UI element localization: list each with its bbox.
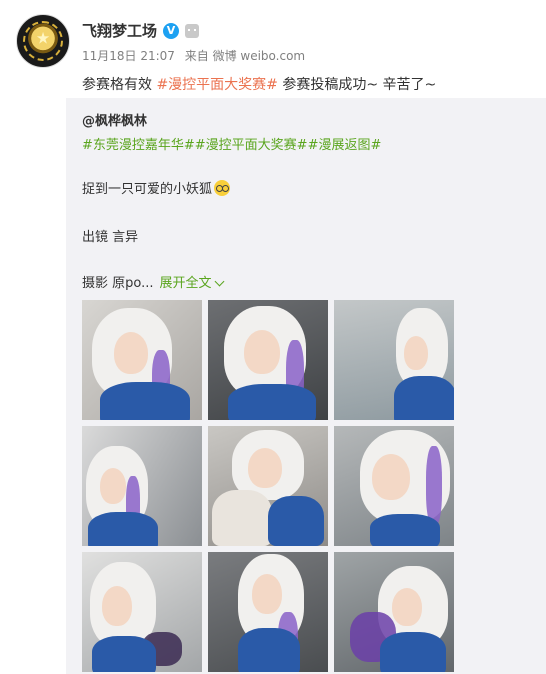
photo-thumbnail[interactable] <box>334 300 454 420</box>
repost-line-3-text: 摄影 原po... <box>82 276 154 291</box>
post-source[interactable]: 来自 微博 weibo.com <box>185 49 305 63</box>
photo-thumbnail[interactable] <box>208 552 328 672</box>
glasses-emoji-icon <box>214 179 231 196</box>
repost-author[interactable]: @枫桦枫林 <box>82 110 147 129</box>
repost-line-1-text: 捉到一只可爱的小妖狐 <box>82 182 213 197</box>
post-meta: 11月18日 21:07 来自 微博 weibo.com <box>82 47 311 64</box>
repost-line-1: 捉到一只可爱的小妖狐 <box>82 178 231 197</box>
repost-line-3: 摄影 原po... 展开全文 <box>82 272 224 291</box>
chevron-down-icon <box>214 276 224 287</box>
photo-thumbnail[interactable] <box>208 426 328 546</box>
post-topic-link[interactable]: #漫控平面大奖赛# <box>156 77 277 93</box>
repost-card: @枫桦枫林 #东莞漫控嘉年华##漫控平面大奖赛##漫展返图# 捉到一只可爱的小妖… <box>66 98 546 674</box>
avatar-emblem-icon: ★ <box>35 28 51 48</box>
photo-thumbnail[interactable] <box>208 300 328 420</box>
expand-full-text-link[interactable]: 展开全文 <box>159 272 224 291</box>
photo-thumbnail[interactable] <box>82 426 202 546</box>
repost-tags[interactable]: #东莞漫控嘉年华##漫控平面大奖赛##漫展返图# <box>82 134 381 153</box>
photo-thumbnail[interactable] <box>82 300 202 420</box>
post-suffix: 参赛投稿成功~ 辛苦了~ <box>277 77 437 93</box>
post-text: 参赛格有效 #漫控平面大奖赛# 参赛投稿成功~ 辛苦了~ <box>82 74 436 94</box>
avatar[interactable]: ★ <box>16 14 70 68</box>
post-prefix: 参赛格有效 <box>82 77 157 93</box>
account-name[interactable]: 飞翔梦工场 <box>82 20 157 41</box>
photo-thumbnail[interactable] <box>334 552 454 672</box>
repost-line-2: 出镜 言异 <box>82 230 139 245</box>
photo-thumbnail[interactable] <box>334 426 454 546</box>
robot-icon <box>185 23 200 38</box>
verified-icon: V <box>163 22 180 39</box>
photo-thumbnail[interactable] <box>82 552 202 672</box>
name-row: 飞翔梦工场 V <box>82 20 200 41</box>
expand-label: 展开全文 <box>159 276 212 291</box>
post-date[interactable]: 11月18日 21:07 <box>82 49 175 63</box>
